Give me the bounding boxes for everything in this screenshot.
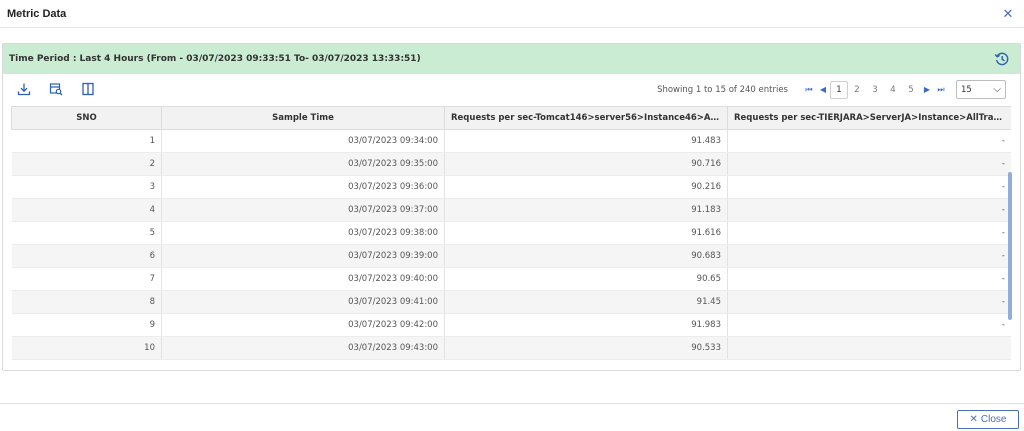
last-page-button[interactable]: ⏭ <box>934 85 948 95</box>
table-cell: 91.45 <box>444 290 728 314</box>
table-cell: 90.216 <box>444 175 728 199</box>
table-cell: 8 <box>11 290 162 314</box>
columns-icon[interactable] <box>81 82 95 96</box>
table-body: 1 03/07/2023 09:34:00 91.483-2 03/07/2023 0… <box>11 129 1011 360</box>
close-button-label: Close <box>980 414 1007 425</box>
table-cell: 03/07/2023 09:41:00 <box>161 290 445 314</box>
table-cell: 03/07/2023 09:37:00 <box>161 198 445 222</box>
table-row: 4 03/07/2023 09:37:00 91.183- <box>11 198 1011 222</box>
table-cell: - <box>727 129 1011 153</box>
table-cell: 03/07/2023 09:40:00 <box>161 267 445 291</box>
download-icon[interactable] <box>17 82 31 96</box>
table-row: 8 03/07/2023 09:41:00 91.45- <box>11 290 1011 314</box>
table-cell: 6 <box>11 244 162 268</box>
table-cell: 03/07/2023 09:39:00 <box>161 244 445 268</box>
table-cell: 10 <box>11 336 162 360</box>
metric-panel: Time Period : Last 4 Hours (From - 03/07… <box>2 43 1021 371</box>
table-row: 2 03/07/2023 09:35:00 90.716- <box>11 152 1011 176</box>
table-cell: 03/07/2023 09:35:00 <box>161 152 445 176</box>
page-3-button[interactable]: 3 <box>866 85 884 95</box>
table-cell: 90.65 <box>444 267 728 291</box>
table-cell: 91.183 <box>444 198 728 222</box>
table-cell: 4 <box>11 198 162 222</box>
table-row: 3 03/07/2023 09:36:00 90.216- <box>11 175 1011 199</box>
page-1-button[interactable]: 1 <box>830 80 848 99</box>
next-page-button[interactable]: ▶ <box>920 85 934 94</box>
table-cell: - <box>727 152 1011 176</box>
table-row: 6 03/07/2023 09:39:00 90.683- <box>11 244 1011 268</box>
dialog-footer: ✕ Close <box>0 403 1024 431</box>
table-cell: 90.533 <box>444 336 728 360</box>
table-cell: 1 <box>11 129 162 153</box>
table-cell: 90.716 <box>444 152 728 176</box>
column-header-tomcat-requests[interactable]: Requests per sec-Tomcat146>server56>Inst… <box>444 106 728 130</box>
table-cell: 03/07/2023 09:42:00 <box>161 313 445 337</box>
table-cell: 03/07/2023 09:34:00 <box>161 129 445 153</box>
table-cell: - <box>727 313 1011 337</box>
table-cell: - <box>727 267 1011 291</box>
close-button-icon: ✕ <box>969 414 978 425</box>
table-cell: - <box>727 244 1011 268</box>
metric-data-dialog: Metric Data ✕ Time Period : Last 4 Hours… <box>0 0 1024 431</box>
dialog-header: Metric Data ✕ <box>0 0 1024 28</box>
table-row: 5 03/07/2023 09:38:00 91.616- <box>11 221 1011 245</box>
table-cell: 3 <box>11 175 162 199</box>
table-cell: 91.483 <box>444 129 728 153</box>
entries-info: Showing 1 to 15 of 240 entries <box>657 84 788 95</box>
table-cell: 2 <box>11 152 162 176</box>
table-cell: 91.616 <box>444 221 728 245</box>
table-cell: - <box>727 198 1011 222</box>
metric-table-wrap: SNO Sample Time Requests per sec-Tomcat1… <box>11 106 1011 370</box>
table-cell: - <box>727 221 1011 245</box>
metric-table: SNO Sample Time Requests per sec-Tomcat1… <box>11 106 1011 360</box>
time-period-bar: Time Period : Last 4 Hours (From - 03/07… <box>3 44 1020 74</box>
table-cell: 03/07/2023 09:38:00 <box>161 221 445 245</box>
pagination: Showing 1 to 15 of 240 entries ⏮ ◀ 1 2 3… <box>657 80 1006 99</box>
page-size-value: 15 <box>961 84 972 95</box>
table-row: 7 03/07/2023 09:40:00 90.65- <box>11 267 1011 291</box>
table-cell: 91.983 <box>444 313 728 337</box>
page-5-button[interactable]: 5 <box>902 85 920 95</box>
table-cell: 7 <box>11 267 162 291</box>
table-toolbar: Showing 1 to 15 of 240 entries ⏮ ◀ 1 2 3… <box>3 74 1020 104</box>
first-page-button[interactable]: ⏮ <box>802 85 816 95</box>
table-cell <box>727 336 1011 360</box>
prev-page-button[interactable]: ◀ <box>816 85 830 94</box>
table-row: 1 03/07/2023 09:34:00 91.483- <box>11 129 1011 153</box>
search-columns-icon[interactable] <box>49 82 63 96</box>
page-4-button[interactable]: 4 <box>884 85 902 95</box>
table-cell: 90.683 <box>444 244 728 268</box>
table-header-row: SNO Sample Time Requests per sec-Tomcat1… <box>11 106 1011 130</box>
table-row: 9 03/07/2023 09:42:00 91.983- <box>11 313 1011 337</box>
close-button[interactable]: ✕ Close <box>957 410 1019 429</box>
chevron-down-icon: ⌵ <box>993 84 1001 95</box>
table-cell: - <box>727 290 1011 314</box>
close-icon[interactable]: ✕ <box>1000 6 1016 22</box>
column-header-tierjara-requests[interactable]: Requests per sec-TIERJARA>ServerJA>Insta… <box>727 106 1011 130</box>
page-2-button[interactable]: 2 <box>848 85 866 95</box>
column-header-sno[interactable]: SNO <box>11 106 162 130</box>
time-period-text: Time Period : Last 4 Hours (From - 03/07… <box>9 54 421 64</box>
history-icon[interactable] <box>994 51 1010 67</box>
page-size-select[interactable]: 15 ⌵ <box>956 80 1006 99</box>
dialog-title: Metric Data <box>7 7 67 20</box>
table-cell: 5 <box>11 221 162 245</box>
table-cell: 9 <box>11 313 162 337</box>
table-cell: - <box>727 175 1011 199</box>
column-header-sample-time[interactable]: Sample Time <box>161 106 445 130</box>
table-row: 10 03/07/2023 09:43:00 90.533 <box>11 336 1011 360</box>
table-cell: 03/07/2023 09:36:00 <box>161 175 445 199</box>
vertical-scrollbar[interactable] <box>1008 172 1012 320</box>
table-cell: 03/07/2023 09:43:00 <box>161 336 445 360</box>
